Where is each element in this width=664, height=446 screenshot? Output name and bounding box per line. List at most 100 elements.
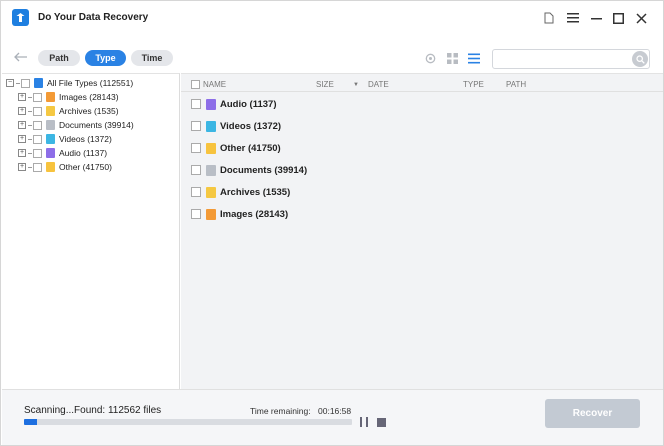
title-bar: Do Your Data Recovery xyxy=(1,1,663,35)
select-all-checkbox[interactable] xyxy=(191,80,200,89)
all-file-types-icon xyxy=(34,78,43,88)
video-file-icon xyxy=(206,120,216,132)
checkbox[interactable] xyxy=(191,143,201,153)
audio-file-icon xyxy=(206,98,216,110)
minimize-icon[interactable] xyxy=(588,10,604,26)
tree-item-label: Documents (39914) xyxy=(59,120,134,130)
sort-down-icon[interactable]: ▼ xyxy=(353,82,359,88)
tree-item[interactable]: + Other (41750) xyxy=(18,161,112,173)
column-header: NAME SIZE ▼ DATE TYPE PATH xyxy=(181,78,663,92)
scan-progress-bar xyxy=(24,419,352,425)
filter-icon[interactable] xyxy=(424,52,436,64)
column-name[interactable]: NAME xyxy=(203,80,226,89)
column-type[interactable]: TYPE xyxy=(463,80,484,89)
document-file-icon xyxy=(206,164,216,176)
status-bar: Scanning...Found: 112562 files Time rema… xyxy=(2,389,663,445)
back-arrow-icon[interactable] xyxy=(13,49,29,65)
list-item-label: Documents (39914) xyxy=(220,164,308,176)
app-title: Do Your Data Recovery xyxy=(38,12,149,23)
expand-icon[interactable]: + xyxy=(18,121,26,129)
tree-root[interactable]: − All File Types (112551) xyxy=(6,77,133,89)
app-logo-icon xyxy=(12,9,29,26)
tab-type[interactable]: Type xyxy=(85,50,126,66)
tree-item[interactable]: + Videos (1372) xyxy=(18,133,112,145)
list-view-icon[interactable] xyxy=(468,52,480,64)
image-file-icon xyxy=(46,92,55,102)
close-icon[interactable] xyxy=(633,10,649,26)
checkbox[interactable] xyxy=(21,78,30,88)
tree-connector xyxy=(28,124,32,126)
list-item-label: Other (41750) xyxy=(220,142,281,154)
tree-item-label: Archives (1535) xyxy=(59,106,119,116)
expand-icon[interactable]: + xyxy=(18,135,26,143)
list-item[interactable]: Audio (1137) xyxy=(191,97,277,111)
video-file-icon xyxy=(46,134,55,144)
list-item-label: Audio (1137) xyxy=(220,98,277,110)
document-file-icon xyxy=(46,120,55,130)
column-path[interactable]: PATH xyxy=(506,80,526,89)
tree-item-label: Audio (1137) xyxy=(59,148,108,158)
pause-icon[interactable] xyxy=(360,417,368,427)
image-file-icon xyxy=(206,208,216,220)
tree-root-label: All File Types (112551) xyxy=(47,78,134,88)
checkbox[interactable] xyxy=(191,121,201,131)
tree-item[interactable]: + Images (28143) xyxy=(18,91,119,103)
checkbox[interactable] xyxy=(33,92,42,102)
tree-connector xyxy=(28,138,32,140)
tab-time[interactable]: Time xyxy=(131,50,173,66)
file-type-tree: − All File Types (112551) + Images (28143… xyxy=(2,73,180,389)
search-input[interactable] xyxy=(492,49,650,69)
collapse-icon[interactable]: − xyxy=(6,79,14,87)
list-item-label: Archives (1535) xyxy=(220,186,291,198)
tree-connector xyxy=(28,152,32,154)
list-item[interactable]: Videos (1372) xyxy=(191,119,281,133)
grid-view-icon[interactable] xyxy=(446,52,458,64)
checkbox[interactable] xyxy=(33,106,42,116)
checkbox[interactable] xyxy=(191,209,201,219)
expand-icon[interactable]: + xyxy=(18,107,26,115)
tree-connector xyxy=(28,96,32,98)
column-size[interactable]: SIZE xyxy=(316,80,334,89)
checkbox[interactable] xyxy=(191,165,201,175)
expand-icon[interactable]: + xyxy=(18,149,26,157)
tree-item-label: Videos (1372) xyxy=(59,134,112,144)
checkbox[interactable] xyxy=(33,162,42,172)
folder-icon xyxy=(46,162,55,172)
column-date[interactable]: DATE xyxy=(368,80,389,89)
recover-button[interactable]: Recover xyxy=(545,399,640,428)
tree-item-label: Images (28143) xyxy=(59,92,119,102)
tree-connector xyxy=(28,110,32,112)
list-item[interactable]: Archives (1535) xyxy=(191,185,290,199)
list-item-label: Images (28143) xyxy=(220,208,289,220)
scan-progress-fill xyxy=(24,419,38,425)
tree-item-label: Other (41750) xyxy=(59,162,112,172)
app-window: Do Your Data Recovery Path Type Time − A… xyxy=(0,0,664,446)
checkbox[interactable] xyxy=(33,134,42,144)
file-list-pane: NAME SIZE ▼ DATE TYPE PATH Audio (1137) V… xyxy=(181,73,663,389)
list-item[interactable]: Images (28143) xyxy=(191,207,288,221)
tree-item[interactable]: + Archives (1535) xyxy=(18,105,119,117)
checkbox[interactable] xyxy=(33,148,42,158)
maximize-icon[interactable] xyxy=(610,10,626,26)
archive-file-icon xyxy=(206,186,216,198)
time-remaining-value: 00:16:58 xyxy=(318,406,352,416)
stop-icon[interactable] xyxy=(377,418,386,427)
list-item[interactable]: Other (41750) xyxy=(191,141,281,155)
time-remaining-label: Time remaining: xyxy=(250,406,311,416)
tree-item[interactable]: + Audio (1137) xyxy=(18,147,107,159)
checkbox[interactable] xyxy=(191,99,201,109)
tree-item[interactable]: + Documents (39914) xyxy=(18,119,134,131)
search-icon[interactable] xyxy=(632,51,648,67)
list-item[interactable]: Documents (39914) xyxy=(191,163,307,177)
expand-icon[interactable]: + xyxy=(18,163,26,171)
archive-file-icon xyxy=(46,106,55,116)
tree-connector xyxy=(16,82,20,84)
checkbox[interactable] xyxy=(33,120,42,130)
menu-icon[interactable] xyxy=(565,10,581,26)
tab-path[interactable]: Path xyxy=(38,50,80,66)
feedback-icon[interactable] xyxy=(541,10,557,26)
expand-icon[interactable]: + xyxy=(18,93,26,101)
scan-status-text: Scanning...Found: 112562 files xyxy=(24,405,162,416)
checkbox[interactable] xyxy=(191,187,201,197)
folder-icon xyxy=(206,142,216,154)
